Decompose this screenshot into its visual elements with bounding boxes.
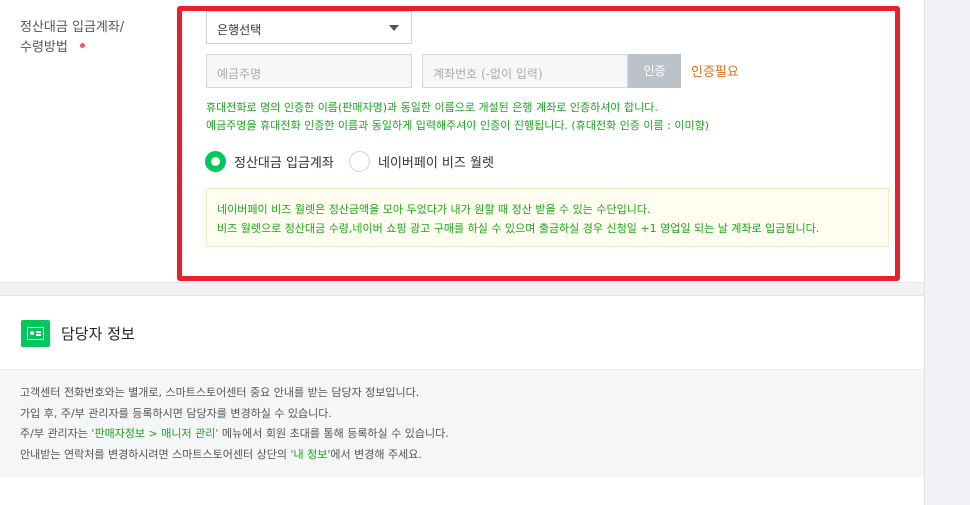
section-title: 담당자 정보 — [61, 325, 135, 343]
account-holder-input[interactable]: 예금주명 — [206, 54, 412, 88]
verify-status: 인증필요 — [691, 65, 739, 80]
account-notice: 휴대전화로 명의 인증한 이름(판매자명)과 동일한 이름으로 개설된 은행 계… — [206, 99, 709, 135]
manager-info-text: 고객센터 전화번호와는 별개로, 스마트스토어센터 중요 안내를 받는 담당자 … — [20, 383, 449, 465]
radio-biz-wallet[interactable]: 네이버페이 비즈 월렛 — [349, 150, 494, 172]
required-dot-icon — [79, 43, 85, 48]
radio-bank-account[interactable]: 정산대금 입금계좌 — [205, 150, 334, 172]
wallet-info-line1: 네이버페이 비즈 월렛은 정산금액을 모아 두었다가 내가 원할 때 정산 받을… — [217, 203, 651, 216]
radio-checked-icon[interactable] — [205, 150, 226, 172]
manager-info-line1: 고객센터 전화번호와는 별개로, 스마트스토어센터 중요 안내를 받는 담당자 … — [20, 386, 420, 399]
verify-button[interactable]: 인증 — [628, 54, 681, 88]
id-card-icon — [21, 320, 50, 347]
manager-info-line3: 주/부 관리자는 '판매자정보 > 매니저 관리' 메뉴에서 회원 초대를 통해… — [20, 427, 449, 440]
scrollbar-track[interactable] — [924, 0, 970, 505]
bank-select[interactable]: 은행선택 — [206, 11, 412, 44]
bank-select-value: 은행선택 — [217, 23, 262, 37]
manager-info-line4: 안내받는 연락처를 변경하시려면 스마트스토어센터 상단의 '내 정보'에서 변… — [20, 447, 422, 461]
my-info-link-text: '내 정보' — [290, 447, 331, 461]
radio-unchecked-icon[interactable] — [349, 150, 370, 172]
account-notice-line1: 휴대전화로 명의 인증한 이름(판매자명)과 동일한 이름으로 개설된 은행 계… — [206, 101, 658, 114]
manager-menu-link-text: '판매자정보 > 매니저 관리' — [91, 427, 219, 440]
chevron-down-icon — [389, 25, 399, 31]
account-notice-line2: 예금주명을 휴대전화 인증한 이름과 동일하게 입력해주셔야 인증이 진행됩니다… — [206, 119, 710, 132]
settlement-label-line2: 수령방법 — [20, 38, 124, 58]
settlement-field-label: 정산대금 입금계좌/ 수령방법 — [20, 18, 124, 58]
radio-biz-wallet-label: 네이버페이 비즈 월렛 — [378, 155, 494, 171]
wallet-info-box: 네이버페이 비즈 월렛은 정산금액을 모아 두었다가 내가 원할 때 정산 받을… — [206, 188, 889, 247]
settlement-label-line1: 정산대금 입금계좌/ — [20, 20, 125, 35]
account-number-input[interactable]: 계좌번호 (-없이 입력) — [422, 54, 628, 88]
wallet-info-line2: 비즈 월렛으로 정산대금 수령,네이버 쇼핑 광고 구매를 하실 수 있으며 출… — [217, 222, 820, 235]
manager-info-line2: 가입 후, 주/부 관리자를 등록하시면 담당자를 변경하실 수 있습니다. — [20, 406, 332, 420]
radio-bank-account-label: 정산대금 입금계좌 — [234, 155, 334, 171]
